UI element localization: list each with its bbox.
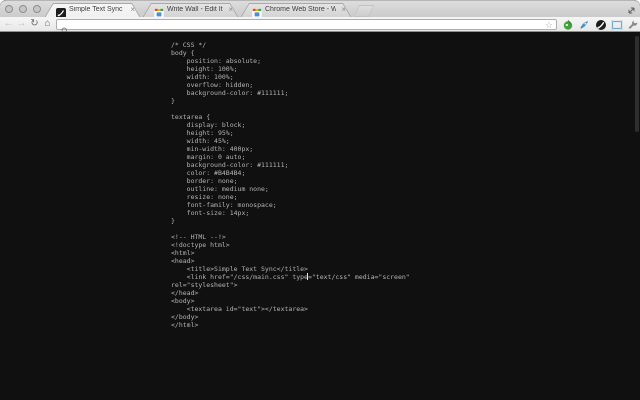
window-resize-icon[interactable]: [626, 3, 637, 14]
tab-title: Chrome Web Store - Windo: [265, 6, 336, 13]
address-bar[interactable]: ☆: [56, 19, 557, 34]
scrollbar-thumb[interactable]: [635, 36, 639, 132]
web-store-icon: [251, 5, 263, 19]
window-close-button[interactable]: [5, 5, 13, 13]
navigation-toolbar: ← → ↻ ⌂ ☆: [0, 17, 640, 34]
window-minimize-button[interactable]: [19, 5, 27, 13]
rocket-extension-icon[interactable]: [578, 18, 590, 30]
browser-window: Simple Text Sync × Write Wall - Edit Ite…: [0, 0, 640, 400]
window-zoom-button[interactable]: [33, 5, 41, 13]
tab-title: Write Wall - Edit Item: [167, 6, 223, 13]
back-icon[interactable]: ←: [2, 17, 15, 31]
tab-close-icon[interactable]: ×: [130, 5, 135, 15]
home-icon[interactable]: ⌂: [41, 17, 54, 31]
tab-chrome-web-store[interactable]: Chrome Web Store - Windo ×: [240, 3, 352, 19]
tab-strip: Simple Text Sync × Write Wall - Edit Ite…: [0, 0, 640, 19]
pen-dark-icon: [56, 5, 66, 18]
pen-extension-icon[interactable]: [595, 18, 607, 30]
capture-extension-icon[interactable]: [611, 18, 623, 30]
tab-close-icon[interactable]: ×: [228, 5, 233, 15]
tab-write-wall[interactable]: Write Wall - Edit Item ×: [142, 3, 239, 19]
code-after-cursor: ="text/css" media="screen" rel="styleshe…: [171, 273, 410, 329]
tab-close-icon[interactable]: ×: [341, 5, 346, 15]
bookmark-star-icon[interactable]: ☆: [545, 19, 553, 31]
tab-title: Simple Text Sync: [69, 6, 123, 13]
forward-icon[interactable]: →: [15, 17, 28, 31]
code-editor-textarea[interactable]: /* CSS */ body { position: absolute; hei…: [171, 41, 410, 329]
colored-app-icon: [153, 5, 165, 19]
wrench-menu-icon[interactable]: [627, 18, 639, 30]
reload-icon[interactable]: ↻: [28, 17, 41, 31]
new-tab-button[interactable]: [354, 5, 374, 17]
page-content: /* CSS */ body { position: absolute; hei…: [0, 32, 640, 400]
search-icon: [61, 22, 69, 34]
green-extension-icon[interactable]: [562, 18, 574, 30]
tab-simple-text-sync[interactable]: Simple Text Sync ×: [44, 3, 141, 18]
code-before-cursor: /* CSS */ body { position: absolute; hei…: [171, 41, 308, 281]
